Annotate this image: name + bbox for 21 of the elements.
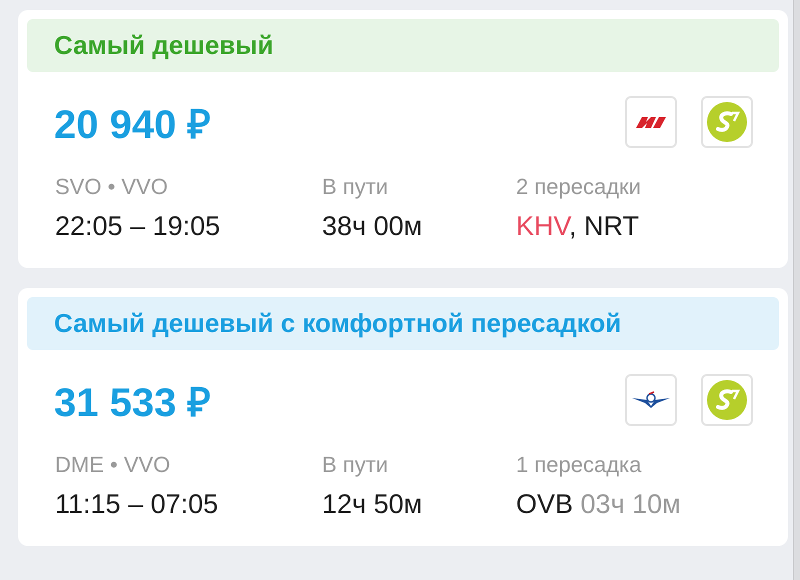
info-label: DME • VVO: [55, 451, 172, 479]
info-value: 12ч 50м: [322, 488, 424, 521]
info-label: В пути: [322, 451, 390, 479]
offer-banner: Самый дешевый: [27, 19, 779, 72]
info-label: SVO • VVO: [55, 173, 169, 201]
scrollbar[interactable]: [793, 0, 800, 580]
airline-logo-icon: [707, 380, 747, 420]
airline-logo-icon: [631, 390, 671, 410]
info-value: 38ч 00м: [322, 210, 424, 243]
stops-value: OVB 03ч 10м: [516, 488, 682, 521]
airline-logo-icon: [707, 102, 747, 142]
info-label: В пути: [322, 173, 390, 201]
info-value: 22:05 – 19:05: [55, 210, 222, 243]
price: 31 533 ₽: [54, 380, 210, 426]
info-label: 1 пересадка: [516, 451, 642, 479]
offer-banner: Самый дешевый с комфортной пересадкой: [27, 297, 779, 350]
price: 20 940 ₽: [54, 102, 210, 148]
info-label: 2 пересадки: [516, 173, 642, 201]
info-value: 11:15 – 07:05: [55, 488, 220, 521]
stops-value: KHV, NRT: [516, 210, 640, 243]
airline-logo-icon: [634, 114, 668, 130]
